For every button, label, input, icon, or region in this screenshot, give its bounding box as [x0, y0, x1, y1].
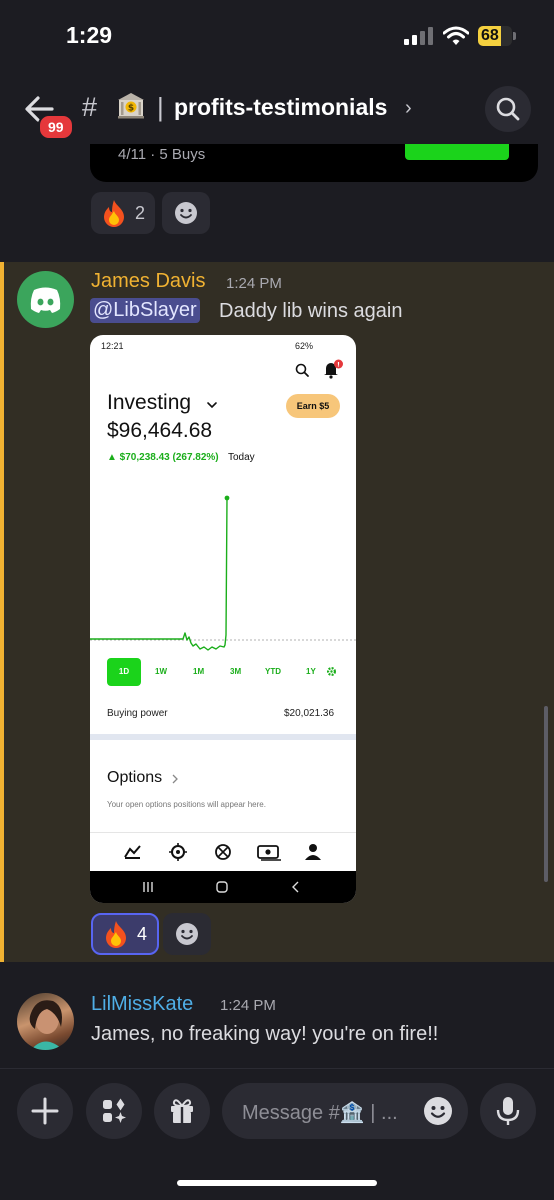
- message-input[interactable]: Message #🏦 | ...: [222, 1083, 468, 1139]
- wifi-icon: [443, 26, 469, 45]
- channel-header: 99 # $ | profits-testimonials ›: [0, 70, 554, 144]
- attachment-balance: $96,464.68: [107, 419, 213, 442]
- avatar[interactable]: [17, 993, 74, 1050]
- emoji-picker-icon[interactable]: [422, 1095, 454, 1127]
- attachment-retirement-tab-icon: [215, 844, 231, 860]
- channel-name[interactable]: profits-testimonials: [174, 94, 387, 121]
- attachment-divider: [90, 734, 356, 740]
- attachment-search-icon: [295, 363, 309, 377]
- fire-emoji-icon: [104, 200, 124, 227]
- voice-message-button[interactable]: [480, 1083, 536, 1139]
- plus-icon: [31, 1097, 59, 1125]
- battery-level: 68: [481, 27, 499, 44]
- attachment-earn-button: Earn $5: [286, 394, 340, 418]
- scrollbar[interactable]: [544, 706, 548, 882]
- apps-button[interactable]: [86, 1083, 142, 1139]
- attachment-system-nav-bar: [90, 871, 356, 903]
- message-text: Daddy lib wins again: [219, 300, 403, 322]
- bank-emoji-icon: $: [118, 93, 144, 119]
- apps-icon: [103, 1098, 126, 1123]
- embed-button[interactable]: [405, 144, 509, 160]
- attachment-nav-divider: [90, 832, 356, 833]
- attachment-status-battery: 62%: [295, 341, 314, 351]
- attachment-range-1y: 1Y: [306, 667, 316, 676]
- attachment-range-1w: 1W: [155, 667, 167, 676]
- search-icon: [496, 97, 520, 121]
- image-attachment[interactable]: 12:21 62% ! Investing Earn $5 $96,464.68…: [90, 335, 356, 903]
- attachment-chevron-down-icon: [207, 402, 217, 409]
- battery-icon: 68: [478, 26, 516, 46]
- smile-icon: [176, 923, 198, 945]
- add-reaction-button[interactable]: [162, 192, 210, 234]
- attachment-chevron-right-icon: [172, 774, 178, 784]
- message-text: James, no freaking way! you're on fire!!: [91, 1023, 439, 1045]
- attachment-options-subtitle: Your open options positions will appear …: [107, 800, 266, 809]
- attachment-account-tab-icon: [305, 844, 321, 860]
- message-timestamp: 1:24 PM: [220, 997, 276, 1014]
- attachment-cash-tab-icon: [257, 845, 281, 861]
- message-author[interactable]: James Davis: [91, 270, 205, 293]
- reaction-fire[interactable]: 2: [91, 192, 156, 234]
- user-mention[interactable]: @LibSlayer: [90, 298, 200, 323]
- status-time: 1:29: [66, 22, 113, 48]
- mention-highlight-bar: [0, 262, 4, 962]
- previous-embed[interactable]: 4/11 · 5 Buys: [90, 144, 538, 182]
- gift-icon: [171, 1099, 193, 1123]
- attachment-bottom-nav: [124, 843, 321, 861]
- attachment-range-3m: 3M: [230, 667, 242, 676]
- embed-meta: 4/11 · 5 Buys: [118, 146, 206, 163]
- svg-text:!: !: [337, 361, 340, 369]
- attachment-portfolio-chart: [90, 495, 356, 651]
- channel-separator: |: [157, 92, 164, 122]
- discord-logo-icon: [30, 287, 61, 313]
- attachment-system-nav-icons: [143, 881, 299, 893]
- smile-icon: [175, 202, 197, 224]
- channel-hash-icon: #: [82, 92, 98, 122]
- attachment-crypto-tab-icon: [169, 843, 187, 861]
- reaction-count: 2: [135, 202, 146, 223]
- cellular-signal-icon: [404, 27, 434, 45]
- home-indicator: [177, 1180, 377, 1186]
- attachment-options-title: Options: [107, 769, 163, 786]
- fire-emoji-icon: [106, 921, 126, 948]
- gift-button[interactable]: [154, 1083, 210, 1139]
- attachment-settings-icon: [326, 666, 337, 677]
- attachment-range-1m: 1M: [193, 667, 205, 676]
- attachment-chart-tab-icon: [124, 845, 141, 859]
- attachment-range-ytd: YTD: [265, 667, 281, 676]
- message-input-placeholder: Message #🏦 | ...: [242, 1102, 398, 1124]
- attachment-bell-icon: !: [324, 359, 343, 379]
- attachment-buying-power-label: Buying power: [107, 708, 168, 719]
- unread-badge: 99: [38, 114, 74, 140]
- search-button[interactable]: [485, 86, 531, 132]
- reaction-fire-selected[interactable]: 4: [91, 913, 160, 955]
- attachment-status-time: 12:21: [101, 341, 124, 351]
- message-author[interactable]: LilMissKate: [91, 993, 193, 1016]
- attachment-gain-period: Today: [228, 452, 255, 463]
- microphone-icon: [496, 1097, 520, 1125]
- attachment-range-selected: 1D: [107, 658, 141, 686]
- message-james-davis: James Davis 1:24 PM @LibSlayer Daddy lib…: [0, 262, 554, 962]
- user-photo: [29, 1000, 63, 1050]
- add-attachment-button[interactable]: [17, 1083, 73, 1139]
- reaction-count: 4: [137, 923, 148, 944]
- chevron-right-icon[interactable]: ›: [405, 97, 412, 120]
- attachment-gain: ▲ $70,238.43 (267.82%): [107, 452, 219, 463]
- attachment-title: Investing: [107, 391, 192, 414]
- svg-text:$: $: [128, 104, 134, 114]
- avatar[interactable]: [17, 271, 74, 328]
- message-timestamp: 1:24 PM: [226, 275, 282, 292]
- attachment-buying-power-value: $20,021.36: [284, 708, 335, 719]
- add-reaction-button[interactable]: [163, 913, 211, 955]
